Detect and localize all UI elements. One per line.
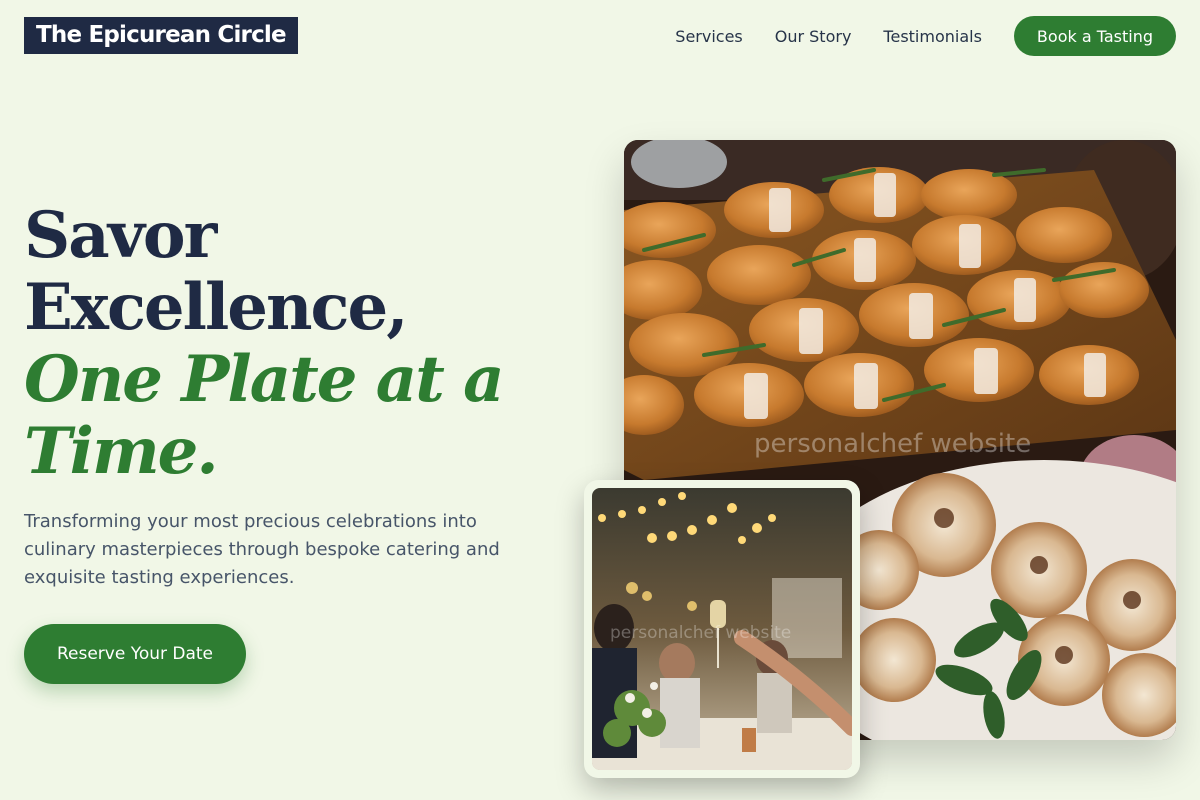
headline-accent-line-1: One Plate at a bbox=[24, 342, 505, 417]
nav-link-services[interactable]: Services bbox=[675, 27, 742, 46]
headline-line-2: Excellence, bbox=[24, 270, 408, 345]
celebration-photo: personalchef website bbox=[592, 488, 852, 770]
headline-line-1: Savor bbox=[24, 198, 217, 273]
landing-page: The Epicurean Circle Services Our Story … bbox=[0, 0, 1200, 800]
nav-link-testimonials[interactable]: Testimonials bbox=[883, 27, 982, 46]
headline-accent-line-2: Time. bbox=[24, 414, 219, 489]
main-nav: Services Our Story Testimonials Book a T… bbox=[675, 16, 1176, 56]
small-photo-watermark: personalchef website bbox=[610, 623, 791, 643]
hero-subtitle: Transforming your most precious celebrat… bbox=[24, 511, 500, 588]
main-photo-watermark: personalchef website bbox=[754, 429, 1031, 459]
book-tasting-button[interactable]: Book a Tasting bbox=[1013, 16, 1176, 56]
celebration-photo-card: personalchef website bbox=[584, 480, 860, 778]
nav-link-our-story[interactable]: Our Story bbox=[775, 27, 852, 46]
site-logo[interactable]: The Epicurean Circle bbox=[24, 17, 298, 54]
celebration-image: personalchef website bbox=[592, 488, 852, 770]
reserve-date-button[interactable]: Reserve Your Date bbox=[24, 624, 246, 684]
hero-headline: Savor Excellence, One Plate at a Time. bbox=[24, 200, 584, 488]
